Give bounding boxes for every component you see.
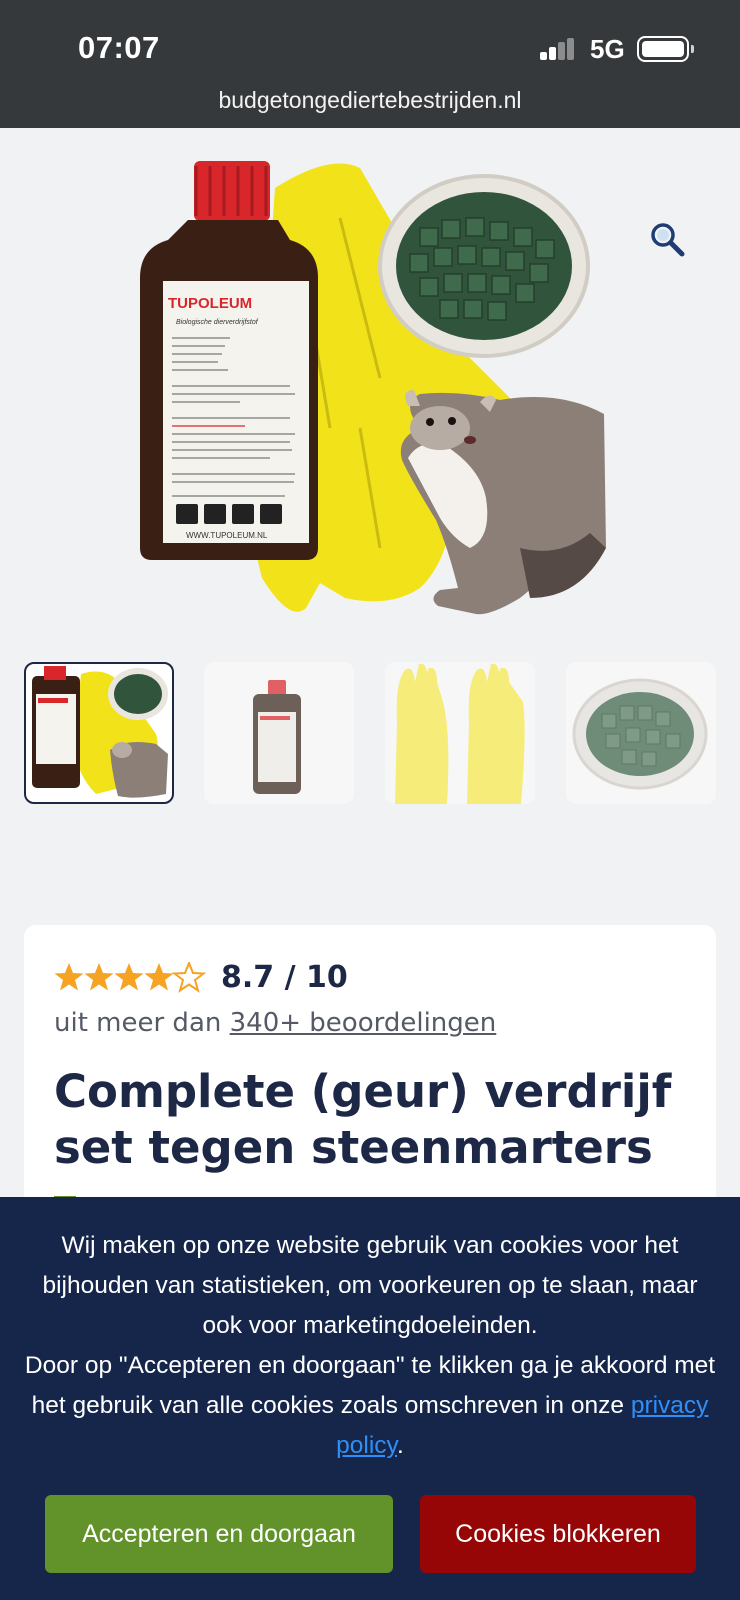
product-main-image[interactable]: TUPOLEUM Biologische dierverdrijfstof WW…: [0, 128, 740, 648]
star-rating: [54, 962, 206, 994]
stars-icon: [54, 962, 205, 992]
thumbnail-1[interactable]: [24, 662, 174, 804]
reviews-link[interactable]: 340+ beoordelingen: [230, 1008, 497, 1038]
battery-icon: [637, 36, 694, 62]
block-cookies-button[interactable]: Cookies blokkeren: [420, 1495, 696, 1573]
network-type: 5G: [590, 34, 625, 64]
thumbnail-2[interactable]: [204, 662, 354, 804]
accept-cookies-button[interactable]: Accepteren en doorgaan: [45, 1495, 393, 1573]
reviews-summary: uit meer dan 340+ beoordelingen: [54, 1008, 496, 1038]
cookie-text-period: .: [397, 1432, 404, 1459]
rating-score: 8.7 / 10: [221, 960, 348, 995]
status-time: 07:07: [78, 30, 160, 65]
reviews-prefix: uit meer dan: [54, 1008, 230, 1038]
bottle-url: WWW.TUPOLEUM.NL: [186, 531, 268, 540]
thumbnail-4[interactable]: [566, 662, 716, 804]
bottle-subtitle: Biologische dierverdrijfstof: [176, 319, 259, 326]
browser-top-bar: 07:07 5G budgetongediertebestrijden.nl: [0, 0, 740, 128]
cookie-text-line2: Door op "Accepteren en doorgaan" te klik…: [24, 1352, 716, 1419]
cookie-text-line1: Wij maken op onze website gebruik van co…: [42, 1232, 698, 1339]
product-title: Complete (geur) verdrijf set tegen steen…: [54, 1065, 672, 1174]
zoom-icon[interactable]: [650, 222, 686, 258]
cookie-banner-text: Wij maken op onze website gebruik van co…: [20, 1226, 720, 1466]
address-bar[interactable]: budgetongediertebestrijden.nl: [0, 87, 740, 114]
thumbnail-3[interactable]: [385, 662, 535, 804]
bottle-brand: TUPOLEUM: [168, 295, 252, 312]
cellular-signal-icon: [540, 38, 576, 60]
